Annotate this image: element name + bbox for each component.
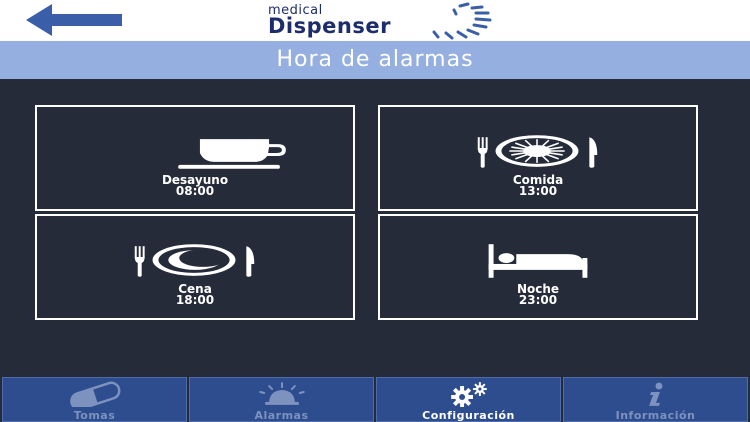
tab-label: Alarmas <box>254 409 309 422</box>
tab-label: Tomas <box>73 409 116 422</box>
tile-cena[interactable]: Cena 18:00 <box>35 214 355 320</box>
page-title: Hora de alarmas <box>276 47 474 72</box>
tab-tomas[interactable]: Tomas <box>2 377 187 422</box>
tile-label-time: 13:00 <box>518 184 558 198</box>
tile-label-time: 08:00 <box>175 184 215 198</box>
app-logo: medical Dispenser <box>264 2 504 40</box>
app-screen: medical Dispenser Hora de alarmas Desayu… <box>0 0 750 422</box>
tab-configuracion[interactable]: Configuración <box>376 377 561 422</box>
logo-text-dispenser: Dispenser <box>268 14 391 38</box>
tile-label-time: 18:00 <box>175 293 215 307</box>
tab-informacion[interactable]: Información <box>563 377 748 422</box>
pill-icon <box>70 381 121 407</box>
tile-label-time: 23:00 <box>518 293 558 307</box>
tile-noche[interactable]: Noche 23:00 <box>378 214 698 320</box>
tab-alarmas[interactable]: Alarmas <box>189 377 374 422</box>
title-bar: Hora de alarmas <box>0 41 750 79</box>
info-icon <box>649 382 663 406</box>
tile-comida[interactable]: Comida 13:00 <box>378 105 698 211</box>
tile-desayuno[interactable]: Desayuno 08:00 <box>35 105 355 211</box>
gears-icon <box>451 382 487 407</box>
bed-icon <box>488 244 588 278</box>
tab-label: Información <box>615 409 696 422</box>
back-arrow-icon <box>26 4 122 36</box>
dinner-plate-moon-icon <box>134 244 255 277</box>
coffee-cup-icon <box>178 139 286 169</box>
lunch-plate-sun-icon <box>477 135 598 168</box>
alarm-bell-icon <box>259 382 305 405</box>
header: medical Dispenser <box>0 0 750 41</box>
tab-bar: Tomas Alarmas Configuración Información <box>0 374 750 422</box>
logo-swirl-icon <box>432 2 492 40</box>
back-button[interactable] <box>26 4 124 36</box>
tab-label: Configuración <box>422 409 515 422</box>
